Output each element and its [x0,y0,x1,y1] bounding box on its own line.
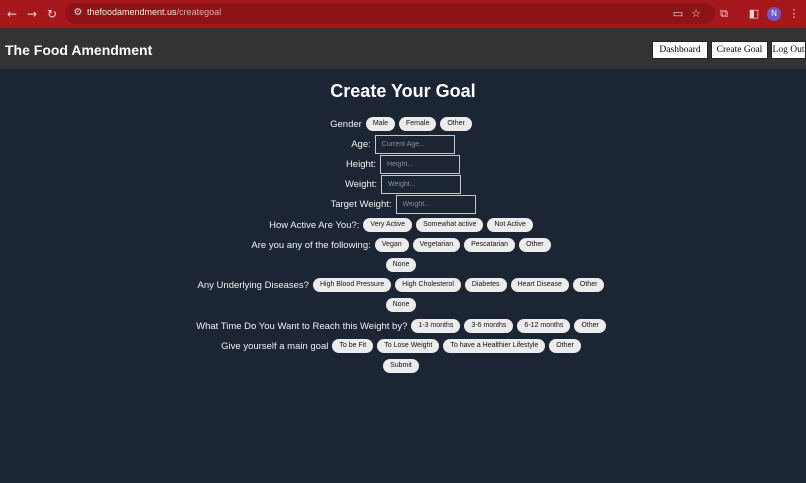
timeframe-row: What Time Do You Want to Reach this Weig… [0,318,806,334]
activity-very-active-button[interactable]: Very Active [363,218,413,232]
gender-female-button[interactable]: Female [399,117,437,131]
activity-not-active-button[interactable]: Not Active [487,218,533,232]
weight-input[interactable] [381,174,462,194]
activity-somewhat-active-button[interactable]: Somewhat active [416,218,484,232]
cast-icon[interactable]: ▭ [670,6,686,22]
diseases-row-2: None [0,297,806,313]
diet-row: Are you any of the following: Vegan Vege… [0,237,806,253]
gender-label: Gender [330,118,362,130]
goal-healthier-lifestyle-button[interactable]: To have a Healthier Lifestyle [443,339,546,353]
side-panel-icon[interactable]: ◧ [746,6,762,22]
dashboard-button[interactable]: Dashboard [652,41,708,59]
gender-other-button[interactable]: Other [440,117,472,131]
age-input[interactable] [374,134,455,154]
age-row: Age: [0,134,806,154]
extensions-icon[interactable]: ⧉ [716,6,732,22]
diet-row-2: None [0,257,806,273]
profile-avatar[interactable]: N [767,7,781,21]
target-weight-input[interactable] [395,194,476,214]
logout-button[interactable]: Log Out [771,41,806,59]
main-goal-label: Give yourself a main goal [221,340,329,352]
disease-none-button[interactable]: None [385,298,417,312]
reload-icon[interactable]: ↻ [44,6,60,22]
height-input[interactable] [380,154,461,174]
disease-high-blood-pressure-button[interactable]: High Blood Pressure [312,278,392,292]
height-label: Height: [345,158,377,170]
diet-pescatarian-button[interactable]: Pescatarian [464,238,516,252]
activity-label: How Active Are You?: [269,219,360,231]
brand-title: The Food Amendment [5,42,153,58]
disease-high-cholesterol-button[interactable]: High Cholesterol [395,278,461,292]
site-settings-icon[interactable]: ⚙ [71,6,85,20]
address-bar[interactable]: ⚙ thefoodamendment.us/creategoal [65,3,715,24]
disease-heart-disease-button[interactable]: Heart Disease [510,278,569,292]
diseases-label: Any Underlying Diseases? [197,279,309,291]
goal-be-fit-button[interactable]: To be Fit [332,339,374,353]
disease-other-button[interactable]: Other [572,278,605,292]
browser-toolbar: ← → ↻ ⚙ thefoodamendment.us/creategoal ▭… [0,0,806,28]
activity-row: How Active Are You?: Very Active Somewha… [0,217,806,233]
star-icon[interactable]: ☆ [688,6,704,22]
timeframe-3-6-months-button[interactable]: 3-6 months [464,319,514,333]
timeframe-other-button[interactable]: Other [574,319,606,333]
submit-row: Submit [0,358,806,374]
timeframe-6-12-months-button[interactable]: 6-12 months [517,319,571,333]
submit-button[interactable]: Submit [383,359,419,373]
menu-kebab-icon[interactable]: ⋮ [786,6,802,22]
timeframe-label: What Time Do You Want to Reach this Weig… [196,320,408,332]
diseases-row: Any Underlying Diseases? High Blood Pres… [0,277,806,293]
gender-row: Gender Male Female Other [0,116,806,132]
target-weight-label: Target Weight: [330,198,392,210]
diet-label: Are you any of the following: [251,239,371,251]
goal-lose-weight-button[interactable]: To Lose Weight [377,339,440,353]
diet-vegan-button[interactable]: Vegan [374,238,409,252]
height-row: Height: [0,154,806,174]
diet-other-button[interactable]: Other [519,238,551,252]
age-label: Age: [351,138,371,150]
target-weight-row: Target Weight: [0,194,806,214]
forward-icon[interactable]: → [24,6,40,22]
disease-diabetes-button[interactable]: Diabetes [464,278,507,292]
diet-vegetarian-button[interactable]: Vegetarian [412,238,461,252]
page-title: Create Your Goal [330,81,476,101]
main-goal-row: Give yourself a main goal To be Fit To L… [0,338,806,354]
goal-other-button[interactable]: Other [549,339,581,353]
diet-none-button[interactable]: None [385,258,417,272]
weight-label: Weight: [344,178,378,190]
url-text[interactable]: thefoodamendment.us/creategoal [87,7,221,17]
gender-male-button[interactable]: Male [365,117,395,131]
back-icon[interactable]: ← [4,6,20,22]
weight-row: Weight: [0,174,806,194]
site-header: The Food Amendment Dashboard Create Goal… [0,28,806,69]
timeframe-1-3-months-button[interactable]: 1-3 months [411,319,461,333]
create-goal-button[interactable]: Create Goal [711,41,768,59]
